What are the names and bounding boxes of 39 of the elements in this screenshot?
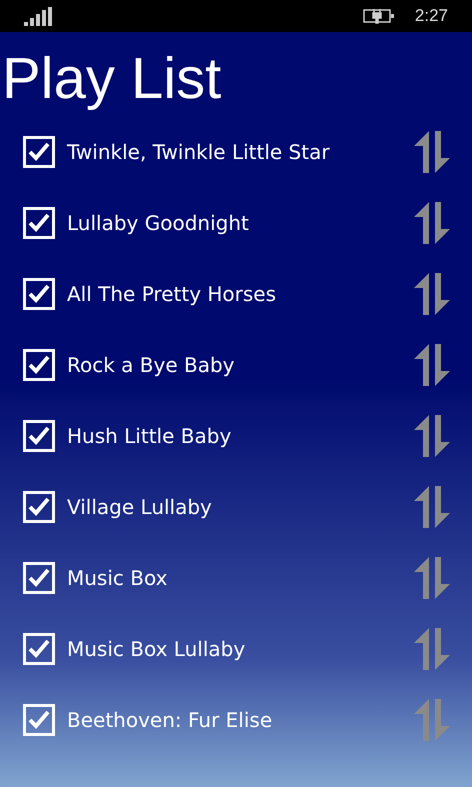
checkmark-icon — [28, 142, 50, 162]
reorder-icon[interactable] — [412, 200, 452, 244]
checkmark-icon — [28, 496, 50, 516]
checkmark-icon — [28, 212, 50, 232]
checkmark-icon — [28, 354, 50, 374]
checkbox[interactable] — [23, 562, 55, 594]
page-title: Play List — [2, 46, 222, 112]
checkbox[interactable] — [23, 136, 55, 168]
reorder-icon[interactable] — [412, 556, 452, 600]
checkmark-icon — [28, 568, 50, 588]
reorder-icon[interactable] — [412, 626, 452, 670]
clock-time: 2:27 — [414, 6, 448, 26]
song-title: Music Box Lullaby — [67, 636, 246, 660]
reorder-icon[interactable] — [412, 414, 452, 458]
reorder-icon[interactable] — [412, 272, 452, 316]
song-title: Twinkle, Twinkle Little Star — [67, 140, 331, 164]
song-title: Beethoven: Fur Elise — [67, 708, 274, 732]
checkmark-icon — [28, 426, 50, 446]
checkbox[interactable] — [23, 348, 55, 380]
battery-charging-icon — [362, 8, 395, 24]
signal-icon — [24, 6, 53, 26]
checkmark-icon — [28, 710, 50, 730]
checkbox[interactable] — [23, 206, 55, 238]
song-title: Music Box — [67, 566, 168, 590]
checkbox[interactable] — [23, 278, 55, 310]
song-title: Lullaby Goodnight — [67, 210, 250, 234]
checkbox[interactable] — [23, 704, 55, 736]
reorder-icon[interactable] — [412, 130, 452, 174]
checkbox[interactable] — [23, 420, 55, 452]
song-title: Hush Little Baby — [67, 424, 232, 448]
reorder-icon[interactable] — [412, 342, 452, 386]
song-title: Village Lullaby — [67, 494, 213, 518]
checkmark-icon — [28, 284, 50, 304]
song-title: Rock a Bye Baby — [67, 352, 236, 376]
checkbox[interactable] — [23, 632, 55, 664]
checkmark-icon — [28, 638, 50, 658]
song-title: All The Pretty Horses — [67, 282, 278, 306]
checkbox[interactable] — [23, 490, 55, 522]
reorder-icon[interactable] — [412, 484, 452, 528]
